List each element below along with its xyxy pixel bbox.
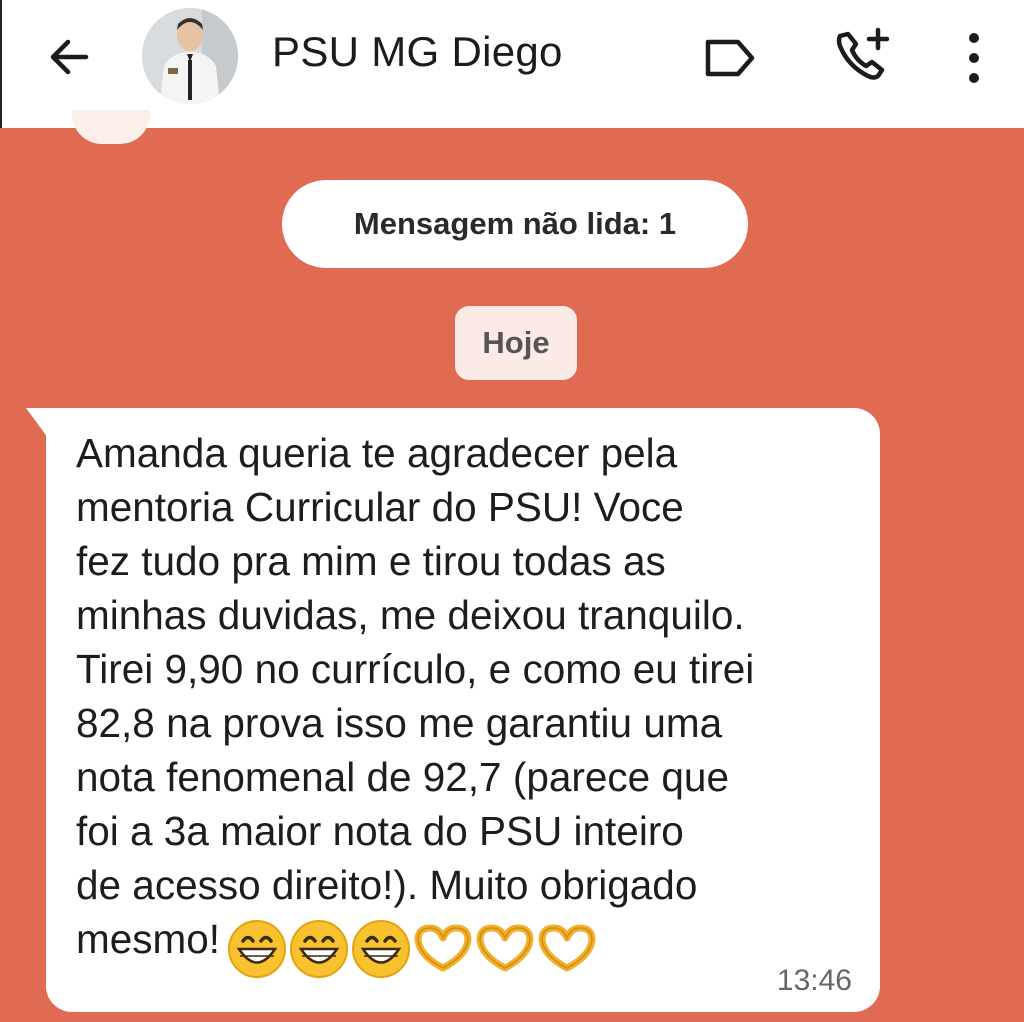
back-button[interactable] (42, 30, 96, 84)
heart-hands-emoji (538, 924, 596, 972)
heart-hands-emoji (476, 924, 534, 972)
add-call-icon (836, 27, 890, 80)
date-chip: Hoje (455, 306, 577, 380)
label-icon (705, 39, 755, 77)
add-call-button[interactable] (832, 26, 892, 86)
emoji-row (226, 918, 598, 980)
grinning-face-emoji (228, 919, 287, 978)
chat-header: PSU MG Diego (0, 0, 1024, 128)
grinning-face-emoji (352, 919, 411, 978)
message-timestamp: 13:46 (776, 964, 852, 997)
avatar[interactable] (142, 8, 238, 104)
more-vert-icon (969, 33, 979, 83)
unread-messages-banner: Mensagem não lida: 1 (282, 180, 748, 268)
grinning-face-emoji (290, 919, 349, 978)
previous-message-fragment (72, 110, 150, 144)
profile-photo (142, 8, 238, 104)
incoming-message-bubble[interactable]: Amanda queria te agradecer pela mentoria… (46, 408, 880, 1012)
bubble-tail (26, 408, 48, 438)
heart-hands-emoji (414, 924, 472, 972)
contact-name[interactable]: PSU MG Diego (272, 28, 563, 76)
more-options-button[interactable] (952, 30, 996, 86)
message-text: Amanda queria te agradecer pela mentoria… (76, 430, 755, 962)
label-button[interactable] (702, 30, 758, 86)
back-arrow-icon (50, 39, 89, 75)
